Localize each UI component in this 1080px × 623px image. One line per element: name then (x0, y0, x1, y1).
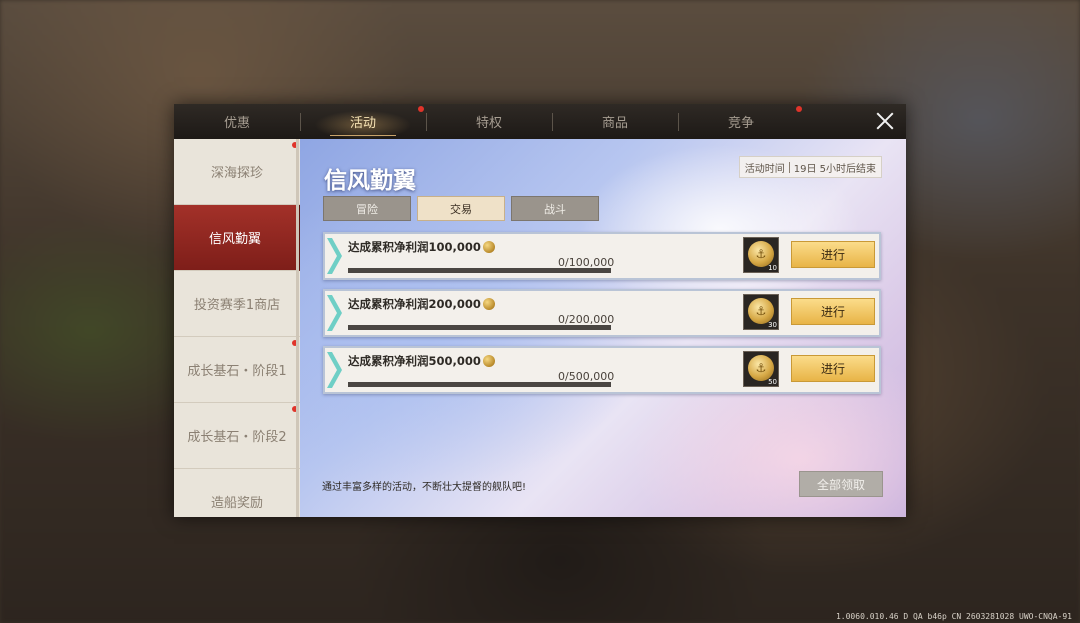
sidebar-scrollbar[interactable] (296, 139, 299, 517)
sidebar-item-label: 深海探珍 (210, 166, 263, 181)
sidebar-item-label: 信风勤翼 (208, 232, 261, 247)
event-panel: 信风勤翼 活动时间 19日 5小时后结束 冒险 交易 战斗 达成累积净利润100… (300, 139, 906, 517)
sidebar-item-growth-stage-2[interactable]: 成长基石・阶段2 (174, 403, 300, 469)
go-button[interactable]: 进行 (791, 241, 875, 268)
coin-icon (482, 241, 495, 253)
top-tab-bar: 优惠 活动 特权 商品 竞争 (174, 104, 906, 139)
reward-item[interactable]: ⚓ 10 (743, 237, 779, 273)
task-name: 达成累积净利润200,000 (348, 296, 495, 312)
event-time: 活动时间 19日 5小时后结束 (738, 156, 882, 178)
close-icon[interactable] (874, 110, 896, 132)
sidebar-item-trade-wind[interactable]: 信风勤翼 (174, 205, 300, 271)
sidebar-item-shipbuilding-reward[interactable]: 造船奖励 (174, 469, 300, 517)
tab-label: 竞争 (727, 116, 754, 131)
task-list: 达成累积净利润100,000 0/100,000 ⚓ 10 进行 达成累积净利润2… (323, 232, 881, 403)
notification-dot (796, 106, 802, 112)
tab-trade[interactable]: 交易 (417, 196, 505, 221)
tab-competition[interactable]: 竞争 (678, 104, 804, 139)
event-window: 优惠 活动 特权 商品 竞争 深海探珍 信风勤翼 投资赛季1商店 成长基石・阶段… (174, 104, 906, 517)
task-name-text: 达成累积净利润200,000 (348, 297, 481, 311)
tab-battle[interactable]: 战斗 (511, 196, 599, 221)
chevron-right-icon (327, 295, 342, 331)
go-button[interactable]: 进行 (791, 298, 875, 325)
page-title: 信风勤翼 (324, 168, 416, 194)
version-string: 1.0060.010.46 D QA b46p CN 2603281028 UW… (835, 612, 1072, 621)
sidebar-item-deep-sea-treasure[interactable]: 深海探珍 (174, 139, 300, 205)
task-name: 达成累积净利润100,000 (348, 239, 495, 255)
sidebar-item-label: 成长基石・阶段1 (187, 364, 287, 379)
reward-quantity: 30 (768, 321, 777, 329)
tab-label: 特权 (475, 116, 502, 131)
progress-bar (348, 268, 611, 273)
go-button[interactable]: 进行 (791, 355, 875, 382)
sidebar-item-label: 成长基石・阶段2 (187, 430, 287, 445)
sidebar-item-label: 造船奖励 (210, 496, 263, 511)
tab-events[interactable]: 活动 (300, 104, 426, 139)
tab-offers[interactable]: 优惠 (174, 104, 300, 139)
chevron-right-icon (327, 352, 342, 388)
progress-bar (348, 325, 611, 330)
divider (788, 161, 790, 173)
reward-item[interactable]: ⚓ 50 (743, 351, 779, 387)
sidebar: 深海探珍 信风勤翼 投资赛季1商店 成长基石・阶段1 成长基石・阶段2 造船奖励 (174, 139, 300, 517)
sidebar-item-label: 投资赛季1商店 (193, 298, 281, 313)
tab-label: 优惠 (223, 116, 250, 131)
chevron-right-icon (327, 238, 342, 274)
task-item: 达成累积净利润500,000 0/500,000 ⚓ 50 进行 (323, 346, 881, 394)
event-time-value: 19日 5小时后结束 (793, 163, 876, 175)
category-tabs: 冒险 交易 战斗 (323, 196, 599, 221)
task-item: 达成累积净利润200,000 0/200,000 ⚓ 30 进行 (323, 289, 881, 337)
reward-quantity: 10 (768, 264, 777, 272)
task-name: 达成累积净利润500,000 (348, 353, 495, 369)
tab-label: 活动 (349, 116, 376, 131)
reward-item[interactable]: ⚓ 30 (743, 294, 779, 330)
coin-icon (482, 298, 495, 310)
tab-goods[interactable]: 商品 (552, 104, 678, 139)
event-time-label: 活动时间 (744, 163, 785, 175)
progress-bar (348, 382, 611, 387)
tab-adventure[interactable]: 冒险 (323, 196, 411, 221)
notification-dot (418, 106, 424, 112)
task-item: 达成累积净利润100,000 0/100,000 ⚓ 10 进行 (323, 232, 881, 280)
claim-all-button[interactable]: 全部领取 (799, 471, 883, 497)
tab-privileges[interactable]: 特权 (426, 104, 552, 139)
sidebar-item-growth-stage-1[interactable]: 成长基石・阶段1 (174, 337, 300, 403)
tab-label: 商品 (601, 116, 628, 131)
event-description: 通过丰富多样的活动，不断壮大提督的舰队吧! (322, 482, 527, 493)
task-name-text: 达成累积净利润100,000 (348, 240, 481, 254)
sidebar-item-investment-shop[interactable]: 投资赛季1商店 (174, 271, 300, 337)
reward-quantity: 50 (768, 378, 777, 386)
coin-icon (482, 355, 495, 367)
task-name-text: 达成累积净利润500,000 (348, 354, 481, 368)
